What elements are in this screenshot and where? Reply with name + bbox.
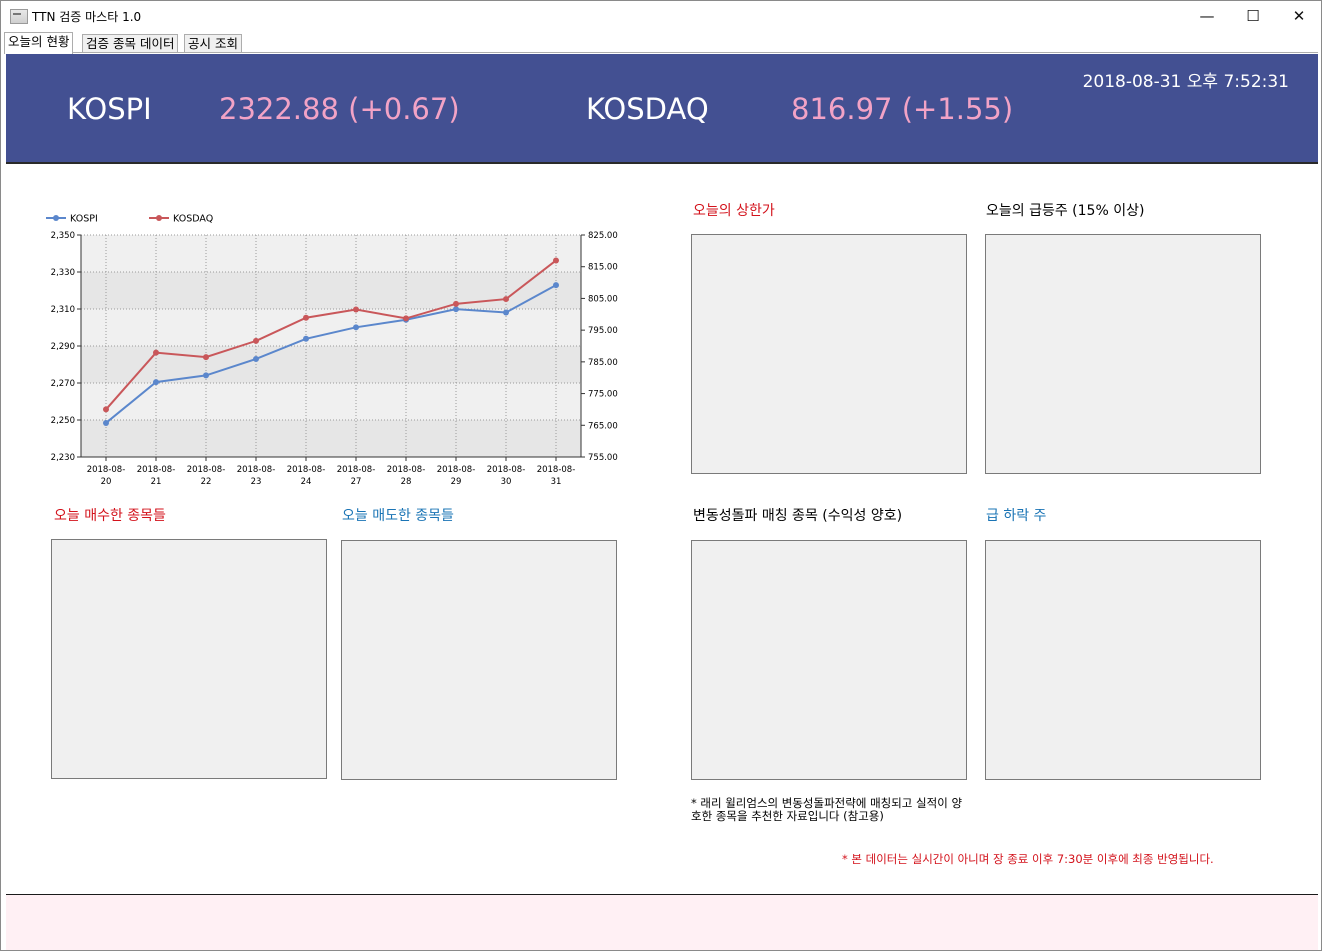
sold-list[interactable] bbox=[341, 540, 617, 780]
window-title: TTN 검증 마스타 1.0 bbox=[32, 10, 142, 24]
title-bar[interactable]: TTN 검증 마스타 1.0 — ☐ ✕ bbox=[1, 1, 1321, 31]
y-left-tick-label: 2,350 bbox=[51, 231, 75, 241]
x-tick-label: 2018-08- bbox=[287, 465, 326, 475]
x-tick-label: 20 bbox=[101, 477, 112, 487]
x-tick-label: 21 bbox=[151, 477, 162, 487]
tab-divider bbox=[4, 52, 1318, 53]
kospi-label: KOSPI bbox=[67, 92, 152, 126]
app-window: TTN 검증 마스타 1.0 — ☐ ✕ 오늘의 현황 검증 종목 데이터 공시… bbox=[0, 0, 1322, 951]
bought-title: 오늘 매수한 종목들 bbox=[54, 508, 166, 524]
y-right-tick-label: 815.00 bbox=[588, 263, 618, 273]
y-right-tick-label: 805.00 bbox=[588, 294, 618, 304]
tab-today-status[interactable]: 오늘의 현황 bbox=[4, 32, 74, 54]
y-left-tick-label: 2,230 bbox=[51, 453, 75, 463]
y-right-tick-label: 785.00 bbox=[588, 358, 618, 368]
data-point-kosdaq bbox=[203, 354, 209, 361]
x-tick-label: 2018-08- bbox=[87, 465, 126, 475]
surge-title: 오늘의 급등주 (15% 이상) bbox=[986, 203, 1145, 219]
data-point-kospi bbox=[353, 324, 359, 331]
data-point-kospi bbox=[453, 306, 459, 313]
x-tick-label: 30 bbox=[501, 477, 512, 487]
data-point-kosdaq bbox=[303, 314, 309, 321]
legend-label-kosdaq: KOSDAQ bbox=[173, 214, 213, 225]
data-point-kospi bbox=[203, 372, 209, 379]
data-point-kosdaq bbox=[553, 257, 559, 264]
x-tick-label: 22 bbox=[201, 477, 212, 487]
x-tick-label: 29 bbox=[451, 477, 462, 487]
minimize-button[interactable]: — bbox=[1184, 1, 1230, 31]
data-point-kosdaq bbox=[103, 406, 109, 413]
data-point-kospi bbox=[503, 309, 509, 316]
x-tick-label: 31 bbox=[551, 477, 562, 487]
x-tick-label: 2018-08- bbox=[437, 465, 476, 475]
sold-title: 오늘 매도한 종목들 bbox=[342, 508, 454, 524]
data-point-kospi bbox=[253, 355, 259, 362]
y-left-tick-label: 2,330 bbox=[51, 268, 75, 278]
maximize-button[interactable]: ☐ bbox=[1230, 1, 1276, 31]
app-icon bbox=[10, 9, 28, 24]
x-tick-label: 2018-08- bbox=[487, 465, 526, 475]
kosdaq-label: KOSDAQ bbox=[586, 92, 709, 126]
legend-marker-kosdaq bbox=[156, 215, 162, 221]
y-right-tick-label: 775.00 bbox=[588, 390, 618, 400]
data-point-kosdaq bbox=[453, 300, 459, 307]
status-area bbox=[6, 895, 1318, 950]
y-left-tick-label: 2,290 bbox=[51, 342, 75, 352]
data-point-kosdaq bbox=[403, 315, 409, 322]
data-point-kospi bbox=[153, 379, 159, 386]
kospi-value: 2322.88 (+0.67) bbox=[219, 92, 460, 126]
data-point-kosdaq bbox=[253, 337, 259, 344]
data-point-kospi bbox=[553, 282, 559, 289]
data-point-kospi bbox=[303, 335, 309, 342]
x-tick-label: 23 bbox=[251, 477, 262, 487]
x-tick-label: 2018-08- bbox=[387, 465, 426, 475]
close-button[interactable]: ✕ bbox=[1276, 1, 1322, 31]
x-tick-label: 24 bbox=[301, 477, 312, 487]
x-tick-label: 2018-08- bbox=[237, 465, 276, 475]
legend-marker-kospi bbox=[53, 215, 59, 221]
index-header: 2018-08-31 오후 7:52:31 KOSPI 2322.88 (+0.… bbox=[6, 54, 1318, 164]
y-right-tick-label: 795.00 bbox=[588, 326, 618, 336]
x-tick-label: 2018-08- bbox=[537, 465, 576, 475]
y-left-tick-label: 2,310 bbox=[51, 305, 75, 315]
upper-limit-title: 오늘의 상한가 bbox=[693, 203, 775, 219]
index-line-chart: 2,230 2,250 2,270 2,290 2,310 2,330 2,350 755.0… bbox=[46, 214, 618, 487]
y-left-tick-label: 2,250 bbox=[51, 416, 75, 426]
y-right-tick-label: 755.00 bbox=[588, 453, 618, 463]
tab-disclosure[interactable]: 공시 조회 bbox=[184, 34, 242, 53]
data-point-kosdaq bbox=[153, 349, 159, 356]
tab-verified-stocks[interactable]: 검증 종목 데이터 bbox=[82, 34, 179, 53]
kosdaq-value: 816.97 (+1.55) bbox=[791, 92, 1014, 126]
x-tick-label: 2018-08- bbox=[137, 465, 176, 475]
upper-limit-list[interactable] bbox=[691, 234, 967, 474]
data-point-kospi bbox=[103, 419, 109, 426]
y-right-tick-label: 765.00 bbox=[588, 421, 618, 431]
bought-list[interactable] bbox=[51, 539, 327, 779]
volatility-note: * 래리 윌리엄스의 변동성돌파전략에 매칭되고 실적이 양호한 종목을 추천한… bbox=[691, 796, 963, 823]
x-tick-label: 27 bbox=[351, 477, 362, 487]
volatility-title: 변동성돌파 매칭 종목 (수익성 양호) bbox=[693, 508, 903, 524]
surge-list[interactable] bbox=[985, 234, 1261, 474]
y-left-tick-label: 2,270 bbox=[51, 379, 75, 389]
y-right-tick-label: 825.00 bbox=[588, 231, 618, 241]
data-footnote: * 본 데이터는 실시간이 아니며 장 종료 이후 7:30분 이후에 최종 반… bbox=[842, 852, 1214, 866]
data-point-kosdaq bbox=[503, 296, 509, 303]
x-tick-label: 28 bbox=[401, 477, 412, 487]
legend-label-kospi: KOSPI bbox=[70, 214, 98, 225]
plunge-title: 급 하락 주 bbox=[986, 508, 1047, 524]
x-tick-label: 2018-08- bbox=[187, 465, 226, 475]
x-tick-label: 2018-08- bbox=[337, 465, 376, 475]
plunge-list[interactable] bbox=[985, 540, 1261, 780]
volatility-list[interactable] bbox=[691, 540, 967, 780]
data-point-kosdaq bbox=[353, 306, 359, 313]
datetime-display: 2018-08-31 오후 7:52:31 bbox=[1082, 72, 1289, 92]
